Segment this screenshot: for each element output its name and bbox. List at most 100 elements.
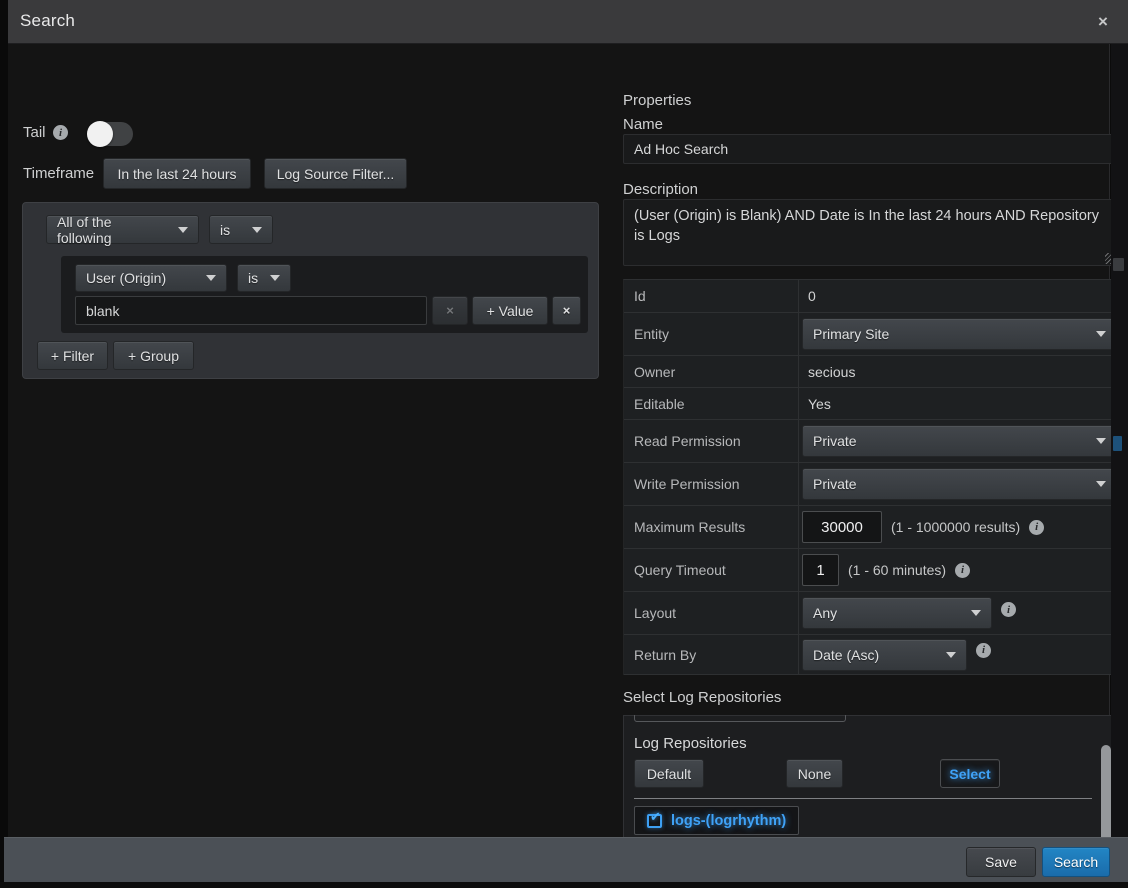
layout-value: Any [813, 605, 837, 621]
query-timeout-input[interactable]: 1 [802, 554, 839, 586]
field-selector-value: User (Origin) [86, 270, 166, 286]
add-group-button[interactable]: + Group [113, 341, 194, 370]
background-page-left-strip [0, 0, 8, 882]
background-page-bottom-strip [0, 882, 1128, 888]
write-permission-label: Write Permission [624, 463, 799, 505]
chevron-down-icon [971, 610, 981, 616]
table-row-read-permission: Read Permission Private [624, 420, 1117, 463]
description-textarea[interactable]: (User (Origin) is Blank) AND Date is In … [623, 199, 1118, 266]
name-label: Name [623, 116, 663, 133]
match-operator-dropdown[interactable]: is [209, 215, 273, 244]
close-icon[interactable]: × [1092, 11, 1114, 33]
maximum-results-label: Maximum Results [624, 506, 799, 548]
background-page-right-strip [1111, 44, 1128, 837]
layout-label: Layout [624, 592, 799, 634]
editable-label: Editable [624, 388, 799, 419]
query-timeout-hint: (1 - 60 minutes) [848, 562, 946, 578]
tail-toggle[interactable] [87, 122, 133, 146]
read-permission-label: Read Permission [624, 420, 799, 462]
id-label: Id [624, 280, 799, 312]
filter-row-panel: User (Origin) is blank × + Value × [61, 256, 588, 333]
field-selector-dropdown[interactable]: User (Origin) [75, 264, 227, 292]
scrolled-partial-box [634, 715, 846, 722]
search-dialog-screen: Search × Tail i Timeframe In the last 24… [0, 0, 1128, 888]
read-permission-dropdown[interactable]: Private [802, 425, 1117, 457]
chevron-down-icon [1096, 331, 1106, 337]
tail-info-icon[interactable]: i [53, 125, 68, 140]
write-permission-value: Private [813, 476, 857, 492]
search-button[interactable]: Search [1042, 847, 1110, 877]
description-text: (User (Origin) is Blank) AND Date is In … [634, 208, 1099, 244]
add-filter-button[interactable]: + Filter [37, 341, 108, 370]
table-row-maximum-results: Maximum Results 30000 (1 - 1000000 resul… [624, 506, 1117, 549]
read-permission-value: Private [813, 433, 857, 449]
field-operator-dropdown[interactable]: is [237, 264, 291, 292]
return-by-info-icon[interactable]: i [976, 643, 991, 658]
remove-filter-button[interactable]: × [552, 296, 581, 325]
chevron-down-icon [946, 652, 956, 658]
divider [634, 798, 1092, 799]
table-row-entity: Entity Primary Site [624, 313, 1117, 356]
table-row-query-timeout: Query Timeout 1 (1 - 60 minutes) i [624, 549, 1117, 592]
entity-label: Entity [624, 313, 799, 355]
maximum-results-input[interactable]: 30000 [802, 511, 882, 543]
default-button[interactable]: Default [634, 759, 704, 788]
table-row-editable: Editable Yes [624, 388, 1117, 420]
return-by-dropdown[interactable]: Date (Asc) [802, 639, 967, 671]
table-row-write-permission: Write Permission Private [624, 463, 1117, 506]
tail-label: Tail [23, 124, 46, 141]
properties-table: Id 0 Entity Primary Site Owner secious [623, 279, 1118, 675]
chevron-down-icon [252, 227, 262, 233]
select-button[interactable]: Select [940, 759, 1000, 788]
table-row-owner: Owner secious [624, 356, 1117, 388]
entity-value: Primary Site [813, 326, 889, 342]
dialog-title: Search [20, 11, 75, 31]
tail-toggle-knob [87, 121, 113, 147]
properties-heading: Properties [623, 92, 691, 109]
owner-value: secious [802, 364, 855, 380]
layout-info-icon[interactable]: i [1001, 602, 1016, 617]
repo-item-label: logs-(logrhythm) [671, 813, 786, 829]
filter-value-input[interactable]: blank [75, 296, 427, 325]
table-row-id: Id 0 [624, 280, 1117, 313]
match-operator-value: is [220, 222, 230, 238]
table-row-return-by: Return By Date (Asc) i [624, 635, 1117, 675]
log-source-filter-button[interactable]: Log Source Filter... [264, 158, 407, 189]
description-label: Description [623, 181, 698, 198]
table-row-layout: Layout Any i [624, 592, 1117, 635]
layout-dropdown[interactable]: Any [802, 597, 992, 629]
name-input[interactable]: Ad Hoc Search [623, 134, 1118, 164]
none-button[interactable]: None [786, 759, 843, 788]
save-button[interactable]: Save [966, 847, 1036, 877]
chevron-down-icon [1096, 438, 1106, 444]
dialog-titlebar: Search × [8, 0, 1128, 44]
dialog-body: Tail i Timeframe In the last 24 hours Lo… [8, 44, 1110, 837]
background-fragment [1113, 436, 1122, 451]
chevron-down-icon [1096, 481, 1106, 487]
repo-item-logs-logrhythm[interactable]: ✔ logs-(logrhythm) [634, 806, 799, 835]
log-repositories-title: Log Repositories [634, 735, 747, 752]
owner-label: Owner [624, 356, 799, 387]
entity-dropdown[interactable]: Primary Site [802, 318, 1117, 350]
return-by-value: Date (Asc) [813, 647, 879, 663]
return-by-label: Return By [624, 635, 799, 674]
match-selector-value: All of the following [57, 214, 168, 246]
select-log-repositories-heading: Select Log Repositories [623, 689, 781, 706]
query-timeout-label: Query Timeout [624, 549, 799, 591]
write-permission-dropdown[interactable]: Private [802, 468, 1117, 500]
editable-value: Yes [802, 396, 831, 412]
chevron-down-icon [270, 275, 280, 281]
chevron-down-icon [178, 227, 188, 233]
filter-group-panel: All of the following is User (Origin) is… [22, 202, 599, 379]
maximum-results-info-icon[interactable]: i [1029, 520, 1044, 535]
close-icon: × [446, 303, 454, 318]
remove-value-button[interactable]: × [432, 296, 468, 325]
timeframe-button[interactable]: In the last 24 hours [103, 158, 251, 189]
properties-pane: Properties Name Ad Hoc Search Descriptio… [623, 88, 1118, 881]
add-value-button[interactable]: + Value [472, 296, 548, 325]
timeframe-label: Timeframe [23, 165, 94, 182]
query-timeout-info-icon[interactable]: i [955, 563, 970, 578]
match-selector-dropdown[interactable]: All of the following [46, 215, 199, 244]
checkbox-checked-icon[interactable]: ✔ [647, 814, 662, 828]
background-fragment [1113, 258, 1124, 271]
